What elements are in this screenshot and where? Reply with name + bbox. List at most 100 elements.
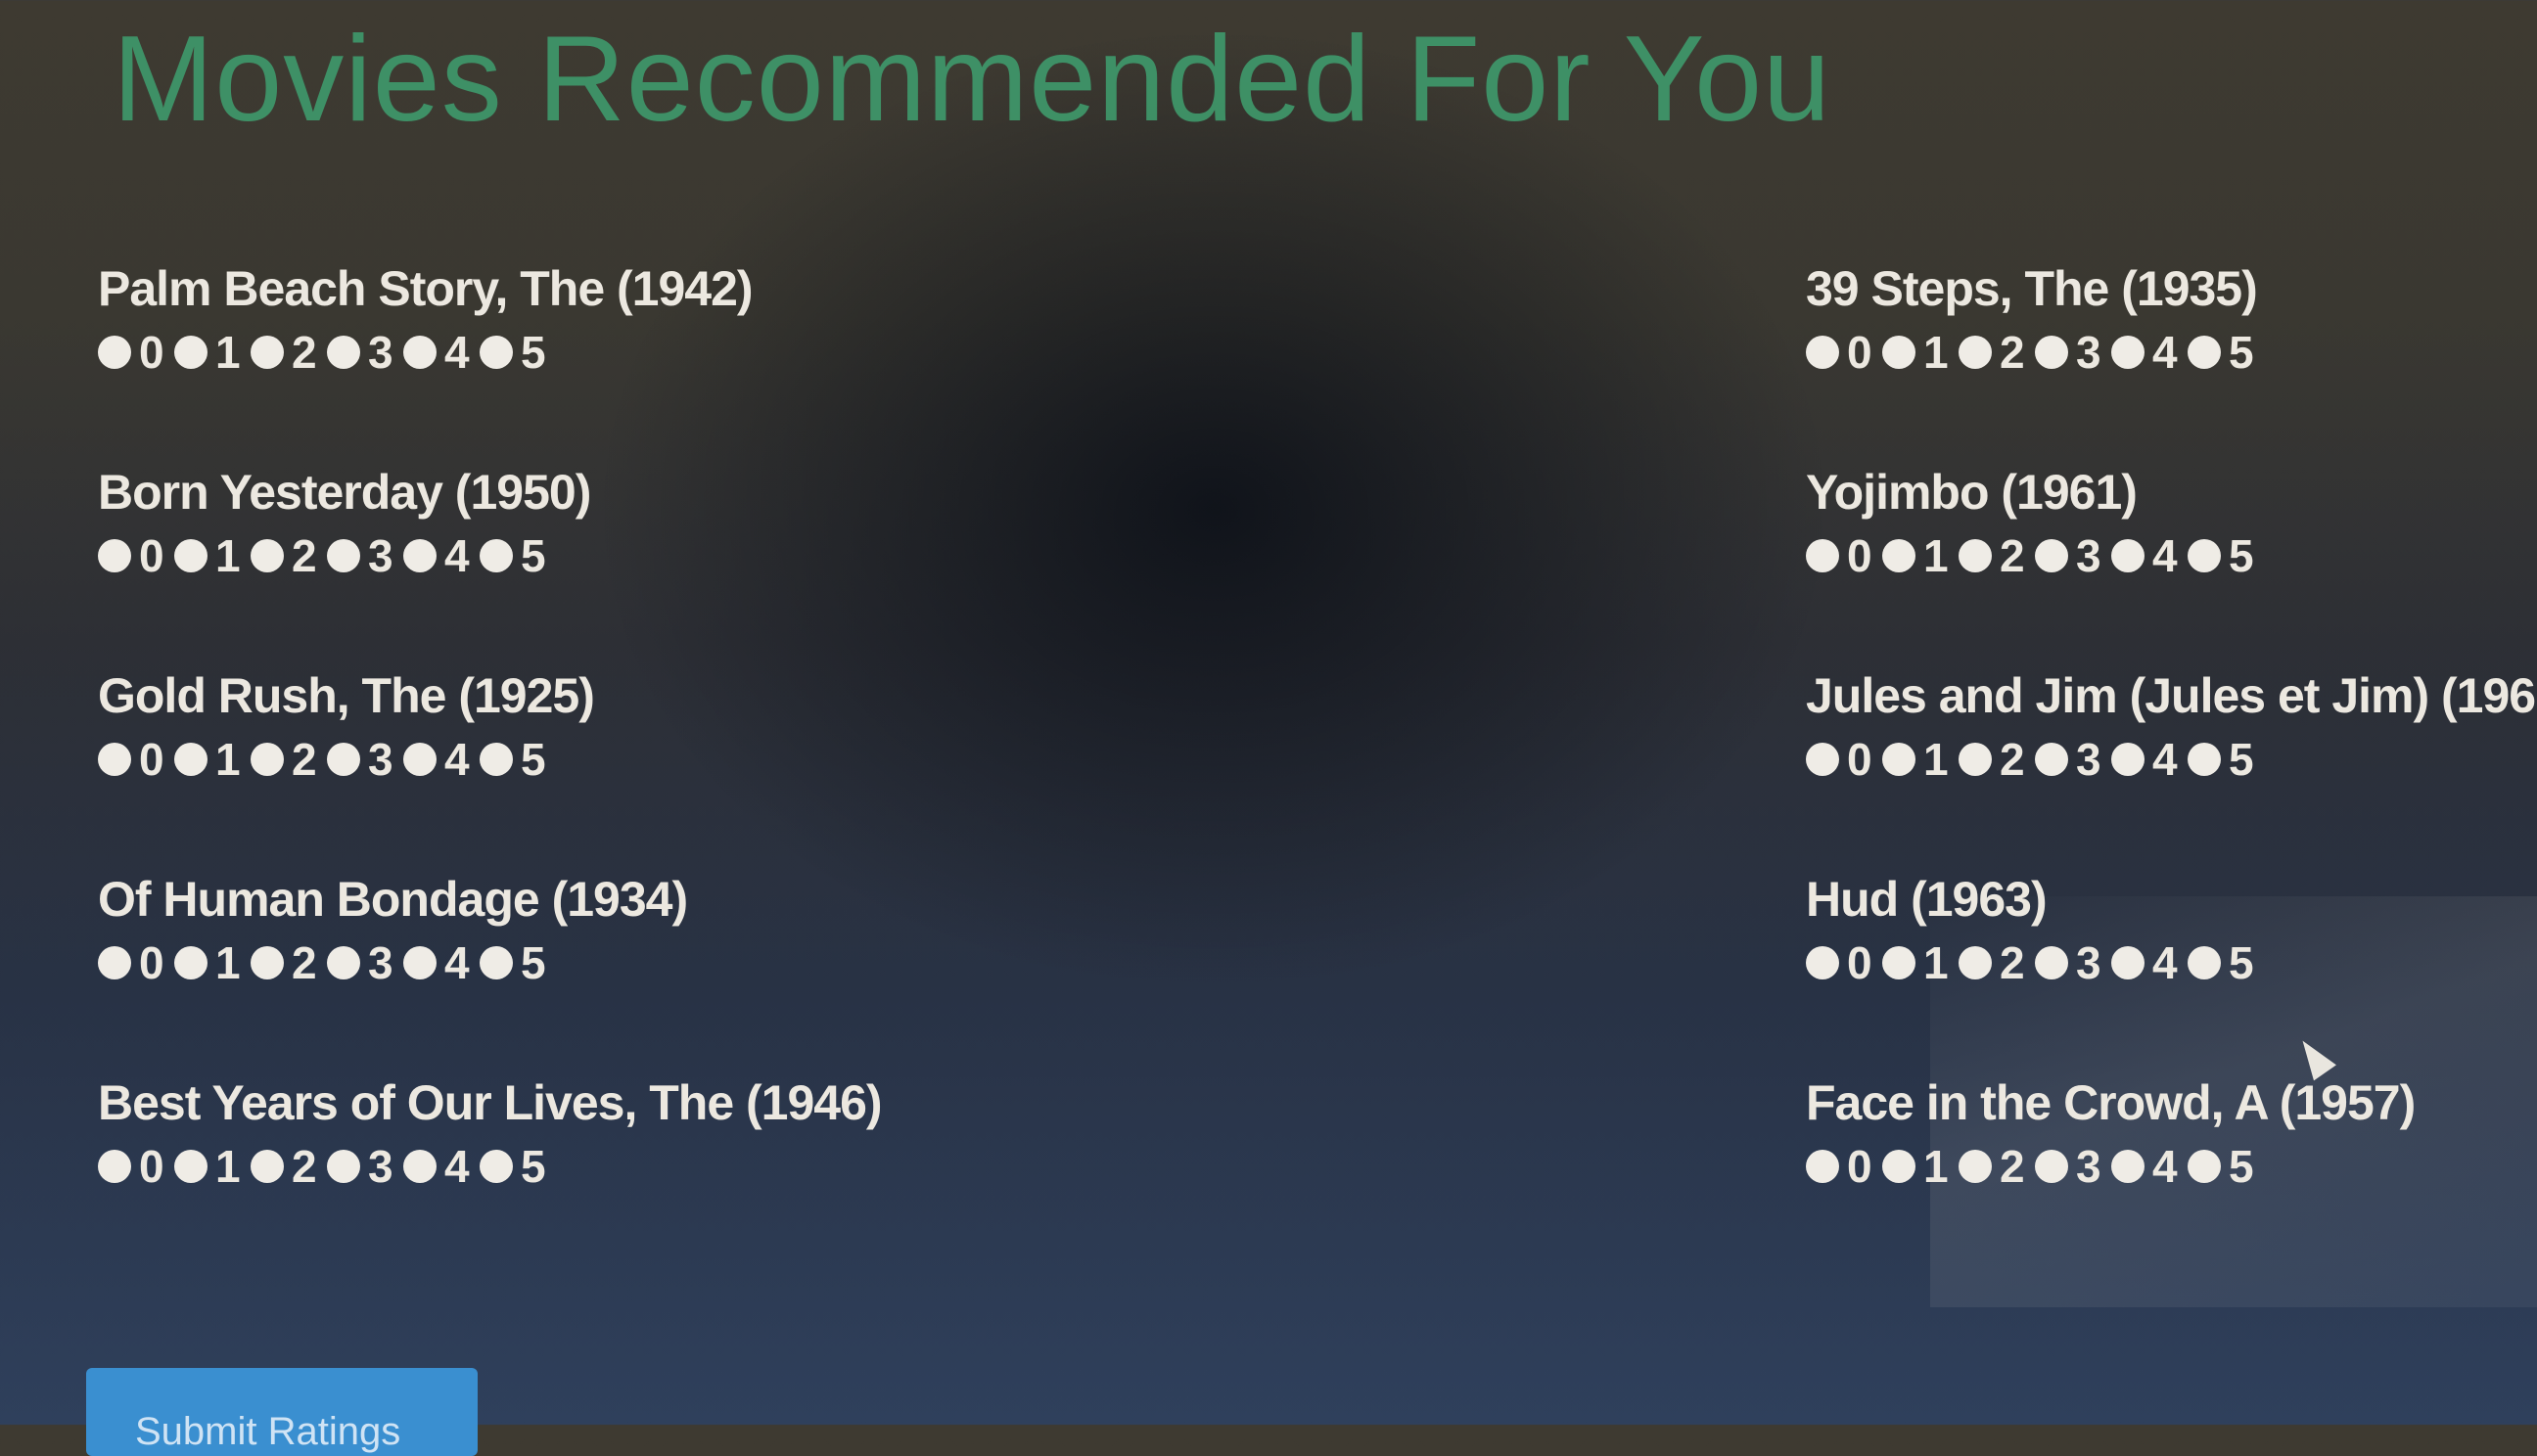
- radio-button[interactable]: [403, 1150, 437, 1183]
- radio-button[interactable]: [2111, 336, 2145, 369]
- radio-button[interactable]: [174, 1150, 208, 1183]
- rating-option-3[interactable]: 3: [327, 936, 399, 989]
- rating-option-1[interactable]: 1: [174, 936, 247, 989]
- rating-option-4[interactable]: 4: [403, 1140, 476, 1193]
- rating-option-1[interactable]: 1: [1882, 326, 1955, 379]
- rating-option-1[interactable]: 1: [174, 529, 247, 582]
- rating-option-3[interactable]: 3: [327, 529, 399, 582]
- rating-option-1[interactable]: 1: [174, 733, 247, 786]
- radio-button[interactable]: [2188, 946, 2221, 979]
- radio-button[interactable]: [98, 743, 131, 776]
- rating-option-0[interactable]: 0: [1806, 936, 1878, 989]
- rating-option-2[interactable]: 2: [251, 529, 323, 582]
- radio-button[interactable]: [2035, 539, 2068, 572]
- rating-option-2[interactable]: 2: [1959, 326, 2031, 379]
- radio-button[interactable]: [480, 743, 513, 776]
- rating-option-2[interactable]: 2: [1959, 936, 2031, 989]
- rating-option-5[interactable]: 5: [2188, 733, 2260, 786]
- radio-button[interactable]: [327, 539, 360, 572]
- radio-button[interactable]: [1959, 743, 1992, 776]
- radio-button[interactable]: [1882, 539, 1915, 572]
- rating-option-2[interactable]: 2: [251, 1140, 323, 1193]
- rating-option-2[interactable]: 2: [251, 326, 323, 379]
- rating-option-5[interactable]: 5: [480, 326, 552, 379]
- rating-option-4[interactable]: 4: [403, 733, 476, 786]
- rating-option-2[interactable]: 2: [1959, 1140, 2031, 1193]
- radio-button[interactable]: [1959, 539, 1992, 572]
- rating-option-2[interactable]: 2: [1959, 529, 2031, 582]
- rating-option-3[interactable]: 3: [2035, 733, 2107, 786]
- rating-option-5[interactable]: 5: [2188, 326, 2260, 379]
- radio-button[interactable]: [1882, 336, 1915, 369]
- radio-button[interactable]: [251, 539, 284, 572]
- radio-button[interactable]: [2188, 336, 2221, 369]
- radio-button[interactable]: [327, 946, 360, 979]
- radio-button[interactable]: [1882, 946, 1915, 979]
- rating-option-1[interactable]: 1: [1882, 529, 1955, 582]
- rating-option-5[interactable]: 5: [480, 733, 552, 786]
- radio-button[interactable]: [98, 539, 131, 572]
- rating-option-3[interactable]: 3: [327, 733, 399, 786]
- radio-button[interactable]: [403, 946, 437, 979]
- radio-button[interactable]: [174, 336, 208, 369]
- radio-button[interactable]: [2111, 1150, 2145, 1183]
- rating-option-2[interactable]: 2: [251, 733, 323, 786]
- radio-button[interactable]: [1959, 946, 1992, 979]
- rating-option-4[interactable]: 4: [2111, 936, 2184, 989]
- rating-option-2[interactable]: 2: [1959, 733, 2031, 786]
- radio-button[interactable]: [327, 1150, 360, 1183]
- radio-button[interactable]: [174, 743, 208, 776]
- radio-button[interactable]: [251, 946, 284, 979]
- radio-button[interactable]: [251, 1150, 284, 1183]
- rating-option-5[interactable]: 5: [480, 936, 552, 989]
- rating-option-0[interactable]: 0: [1806, 733, 1878, 786]
- rating-option-4[interactable]: 4: [403, 529, 476, 582]
- rating-option-0[interactable]: 0: [98, 936, 170, 989]
- rating-option-4[interactable]: 4: [2111, 733, 2184, 786]
- radio-button[interactable]: [174, 946, 208, 979]
- rating-option-1[interactable]: 1: [1882, 936, 1955, 989]
- rating-option-3[interactable]: 3: [2035, 326, 2107, 379]
- rating-option-2[interactable]: 2: [251, 936, 323, 989]
- rating-option-0[interactable]: 0: [98, 733, 170, 786]
- rating-option-4[interactable]: 4: [2111, 326, 2184, 379]
- rating-option-1[interactable]: 1: [174, 326, 247, 379]
- rating-option-4[interactable]: 4: [403, 936, 476, 989]
- radio-button[interactable]: [2035, 743, 2068, 776]
- radio-button[interactable]: [403, 336, 437, 369]
- rating-option-0[interactable]: 0: [1806, 529, 1878, 582]
- radio-button[interactable]: [2035, 946, 2068, 979]
- radio-button[interactable]: [480, 336, 513, 369]
- radio-button[interactable]: [98, 1150, 131, 1183]
- radio-button[interactable]: [1959, 336, 1992, 369]
- radio-button[interactable]: [2111, 743, 2145, 776]
- rating-option-3[interactable]: 3: [327, 326, 399, 379]
- rating-option-1[interactable]: 1: [1882, 733, 1955, 786]
- rating-option-5[interactable]: 5: [2188, 1140, 2260, 1193]
- radio-button[interactable]: [1806, 743, 1839, 776]
- rating-option-4[interactable]: 4: [403, 326, 476, 379]
- radio-button[interactable]: [251, 336, 284, 369]
- radio-button[interactable]: [174, 539, 208, 572]
- radio-button[interactable]: [2035, 1150, 2068, 1183]
- rating-option-3[interactable]: 3: [2035, 1140, 2107, 1193]
- radio-button[interactable]: [1806, 539, 1839, 572]
- radio-button[interactable]: [2035, 336, 2068, 369]
- radio-button[interactable]: [2188, 743, 2221, 776]
- rating-option-0[interactable]: 0: [98, 529, 170, 582]
- radio-button[interactable]: [98, 946, 131, 979]
- rating-option-5[interactable]: 5: [2188, 529, 2260, 582]
- rating-option-3[interactable]: 3: [327, 1140, 399, 1193]
- rating-option-1[interactable]: 1: [1882, 1140, 1955, 1193]
- rating-option-5[interactable]: 5: [480, 1140, 552, 1193]
- radio-button[interactable]: [480, 539, 513, 572]
- radio-button[interactable]: [403, 743, 437, 776]
- submit-ratings-button[interactable]: Submit Ratings: [86, 1368, 478, 1456]
- rating-option-0[interactable]: 0: [1806, 326, 1878, 379]
- radio-button[interactable]: [98, 336, 131, 369]
- radio-button[interactable]: [2188, 1150, 2221, 1183]
- radio-button[interactable]: [2188, 539, 2221, 572]
- radio-button[interactable]: [1806, 1150, 1839, 1183]
- radio-button[interactable]: [1806, 336, 1839, 369]
- rating-option-5[interactable]: 5: [2188, 936, 2260, 989]
